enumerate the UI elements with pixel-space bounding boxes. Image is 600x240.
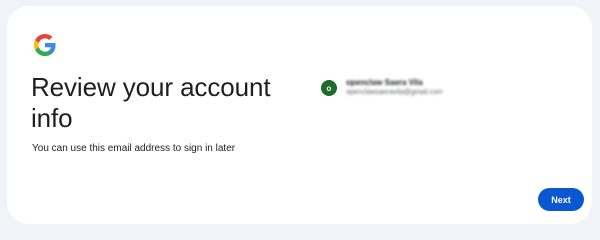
page-title: Review your account info — [31, 72, 271, 133]
account-review-card: Review your account info You can use thi… — [7, 6, 592, 224]
account-name: openclaw Saera Vila — [346, 78, 423, 87]
avatar: o — [321, 80, 337, 96]
account-chip: o openclaw Saera Vila openclawsaeravila@… — [321, 78, 443, 98]
account-details: openclaw Saera Vila openclawsaeravila@gm… — [346, 78, 443, 98]
next-button[interactable]: Next — [538, 188, 584, 211]
page-subtitle: You can use this email address to sign i… — [32, 143, 236, 154]
account-email: openclawsaeravila@gmail.com — [346, 89, 443, 96]
google-g-icon — [34, 34, 56, 56]
